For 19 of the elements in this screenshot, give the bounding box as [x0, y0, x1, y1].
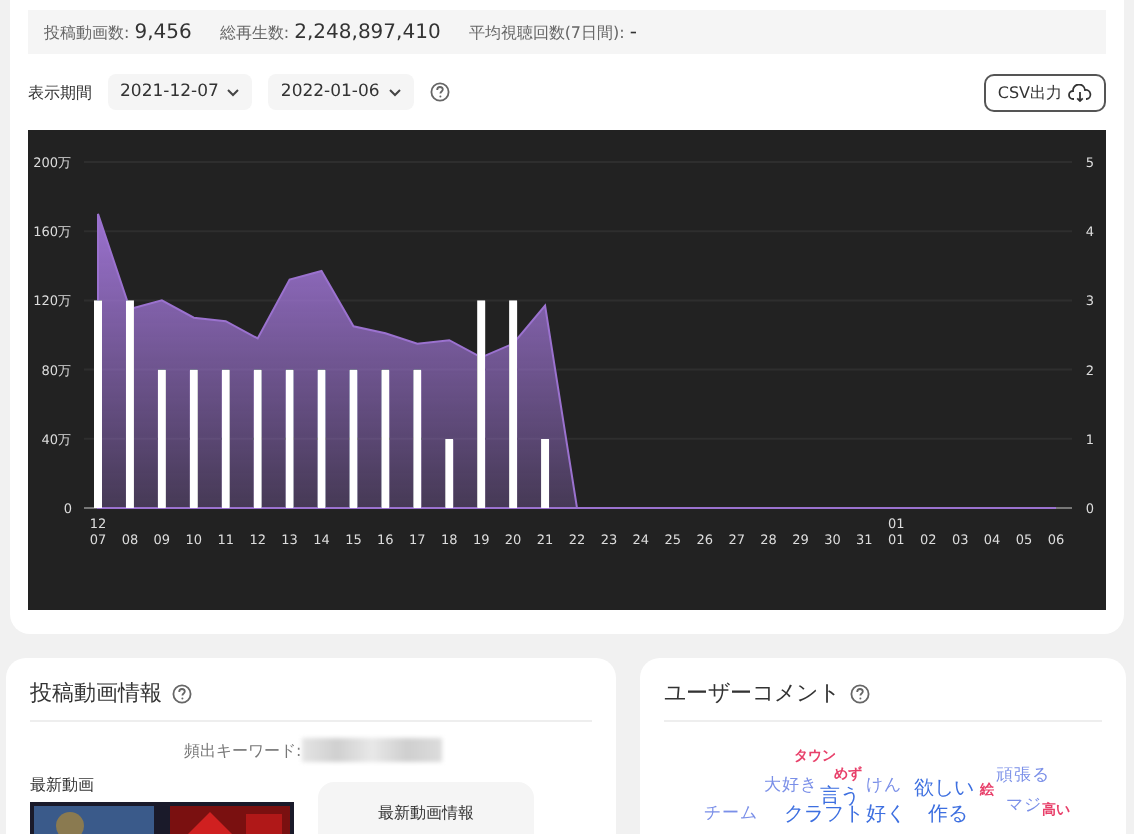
keyword-label: 頻出キーワード:: [184, 739, 302, 761]
cloud-word: 好く: [866, 806, 906, 826]
cloud-word: チーム: [704, 806, 758, 823]
stat-text: 平均視聴回数(7日間): -: [468, 21, 637, 43]
cloud-word: マジ: [1006, 798, 1042, 815]
cloud-word: 大好き: [764, 778, 818, 795]
latest-video-label: 最新動画: [30, 774, 96, 796]
panel-title: ユーザーコメント: [664, 678, 840, 708]
cloud-word: 欲しい: [914, 780, 974, 800]
info-title: 最新動画情報: [378, 802, 474, 826]
cloud-word: 言う: [820, 788, 860, 808]
stat-text: 総再生数: 2,248,897,410: [219, 21, 441, 43]
cloud-word: 作る: [928, 806, 968, 826]
stat-text: 投稿動画数: 9,456: [44, 21, 192, 43]
panel-title: 投稿動画情報: [30, 678, 162, 708]
cloud-word: 頑張る: [996, 768, 1050, 785]
cloud-word: クラフト: [784, 806, 864, 826]
period-label: 表示期間: [28, 81, 92, 103]
cloud-word: けん: [866, 778, 902, 795]
